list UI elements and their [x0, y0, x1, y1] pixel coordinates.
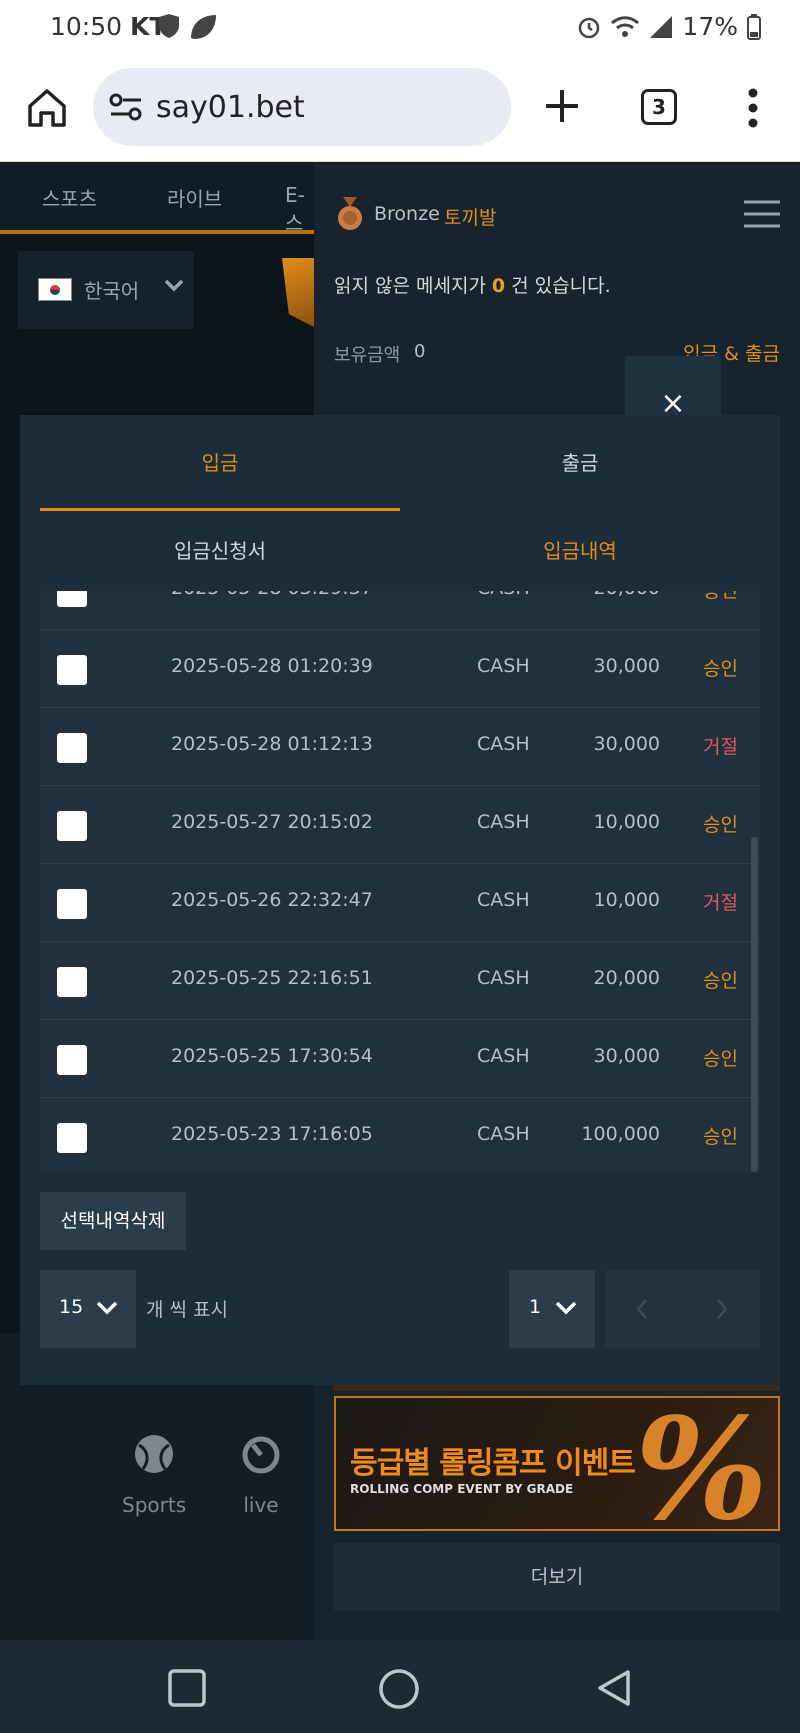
chevron-right-icon[interactable] — [715, 1298, 729, 1320]
status-badge: 거절 — [703, 892, 738, 914]
nav-sports[interactable]: 스포츠 — [42, 183, 97, 212]
status-badge: 승인 — [703, 814, 738, 836]
ball-icon — [135, 1435, 174, 1473]
delete-selected-button[interactable]: 선택내역삭제 — [40, 1192, 186, 1250]
status-right: 17% — [576, 12, 762, 41]
menu-icon[interactable] — [744, 199, 780, 229]
alarm-icon — [579, 17, 600, 38]
site-logo — [282, 258, 316, 328]
table-row: 2025-05-28 03:29:37 CASH 20,000 승인 — [40, 591, 760, 630]
percent-graphic: % — [634, 1396, 768, 1531]
deposit-history-list[interactable]: 2025-05-28 03:29:37 CASH 20,000 승인 2025-… — [40, 591, 760, 1173]
list-scrollbar[interactable] — [751, 837, 758, 1172]
home-icon[interactable] — [25, 86, 69, 130]
tab-switcher-button[interactable]: 3 — [641, 89, 677, 125]
modal-tabs: 입금 출금 — [40, 415, 760, 511]
tab-deposit[interactable]: 입금 — [40, 415, 400, 511]
row-checkbox[interactable] — [57, 591, 87, 607]
recents-icon[interactable] — [167, 1668, 207, 1708]
unread-message-notice[interactable]: 읽지 않은 메세지가 0 건 있습니다. — [334, 271, 611, 298]
tab-withdraw[interactable]: 출금 — [400, 415, 760, 511]
row-checkbox[interactable] — [57, 811, 87, 841]
per-page-select[interactable]: 15 — [40, 1270, 136, 1348]
address-bar[interactable]: say01.bet — [93, 68, 511, 146]
browser-toolbar: say01.bet 3 — [0, 56, 800, 162]
battery-icon — [747, 13, 761, 40]
chevron-down-icon — [96, 1301, 118, 1315]
page-select[interactable]: 1 — [509, 1270, 595, 1348]
per-page-label: 개 씩 표시 — [146, 1299, 228, 1321]
user-tier: Bronze — [374, 203, 440, 225]
table-row: 2025-05-28 01:20:39 CASH 30,000 승인 — [40, 630, 760, 708]
table-row: 2025-05-25 17:30:54 CASH 30,000 승인 — [40, 1020, 760, 1098]
bronze-medal-icon — [338, 197, 362, 230]
sports-tab[interactable]: Sports — [122, 1433, 186, 1517]
signal-icon — [650, 15, 673, 38]
timer-icon — [242, 1436, 280, 1474]
korea-flag-icon — [38, 278, 72, 301]
table-row: 2025-05-26 22:32:47 CASH 10,000 거절 — [40, 864, 760, 942]
status-badge: 승인 — [703, 591, 738, 602]
shield-icon — [159, 14, 179, 38]
language-select[interactable]: 한국어 — [18, 251, 194, 329]
home-circle-icon[interactable] — [378, 1668, 420, 1710]
back-icon[interactable] — [594, 1668, 634, 1708]
chevron-down-icon — [555, 1301, 577, 1315]
status-badge: 승인 — [703, 1126, 738, 1148]
nav-active-bar — [0, 230, 320, 234]
row-checkbox[interactable] — [57, 733, 87, 763]
user-nickname: 토끼발 — [444, 207, 497, 229]
new-tab-icon[interactable] — [540, 84, 584, 128]
status-badge: 거절 — [703, 736, 738, 758]
modal-subtabs: 입금신청서 입금내역 — [40, 511, 760, 591]
row-checkbox[interactable] — [57, 655, 87, 685]
deposit-modal: 입금 출금 입금신청서 입금내역 2025-05-28 03:29:37 CAS… — [20, 415, 780, 1385]
more-button[interactable]: 더보기 — [334, 1543, 780, 1611]
subtab-deposit-request[interactable]: 입금신청서 — [40, 511, 400, 591]
balance-label: 보유금액 — [334, 345, 401, 366]
url-text: say01.bet — [156, 90, 305, 125]
table-row: 2025-05-28 01:12:13 CASH 30,000 거절 — [40, 708, 760, 786]
status-bar: 10:50 KT 17% — [0, 0, 800, 56]
status-badge: 승인 — [703, 1048, 738, 1070]
row-checkbox[interactable] — [57, 1045, 87, 1075]
system-nav-bar — [0, 1640, 800, 1733]
table-row: 2025-05-27 20:15:02 CASH 10,000 승인 — [40, 786, 760, 864]
row-checkbox[interactable] — [57, 1123, 87, 1153]
row-checkbox[interactable] — [57, 889, 87, 919]
leaf-icon — [191, 15, 216, 39]
chevron-left-icon[interactable] — [635, 1298, 649, 1320]
site-nav: 스포츠 라이브 E-스 — [0, 163, 320, 235]
site-settings-icon[interactable] — [109, 92, 143, 122]
table-row: 2025-05-23 17:16:05 CASH 100,000 승인 — [40, 1098, 760, 1173]
wifi-icon — [611, 15, 640, 37]
nav-live[interactable]: 라이브 — [167, 183, 222, 212]
pagination — [605, 1270, 760, 1348]
rolling-comp-banner[interactable]: 등급별 롤링콤프 이벤트 ROLLING COMP EVENT BY GRADE… — [334, 1396, 780, 1531]
unread-count: 0 — [491, 275, 506, 297]
subtab-deposit-history[interactable]: 입금내역 — [400, 511, 760, 591]
balance-value: 0 — [414, 341, 426, 362]
chevron-down-icon — [164, 279, 184, 292]
status-time: 10:50 KT — [50, 12, 167, 41]
status-badge: 승인 — [703, 970, 738, 992]
live-tab[interactable]: live — [240, 1433, 282, 1517]
table-row: 2025-05-25 22:16:51 CASH 20,000 승인 — [40, 942, 760, 1020]
more-options-icon[interactable] — [745, 86, 761, 130]
status-badge: 승인 — [703, 658, 738, 680]
row-checkbox[interactable] — [57, 967, 87, 997]
